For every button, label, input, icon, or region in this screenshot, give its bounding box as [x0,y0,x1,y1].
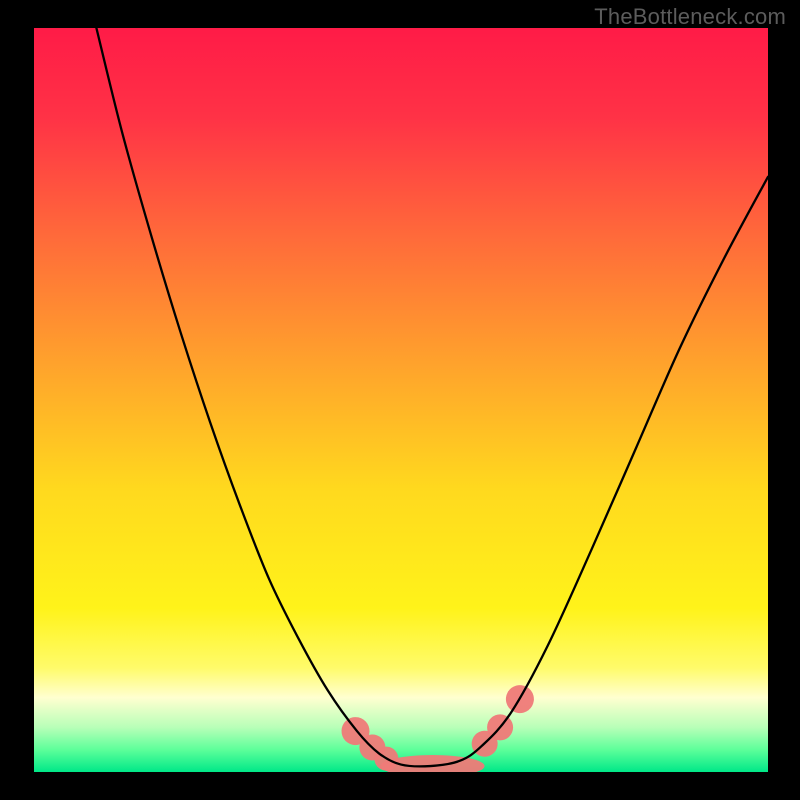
chart-frame: TheBottleneck.com [0,0,800,800]
plot-area [34,28,768,772]
plot-svg [34,28,768,772]
watermark-text: TheBottleneck.com [594,4,786,30]
